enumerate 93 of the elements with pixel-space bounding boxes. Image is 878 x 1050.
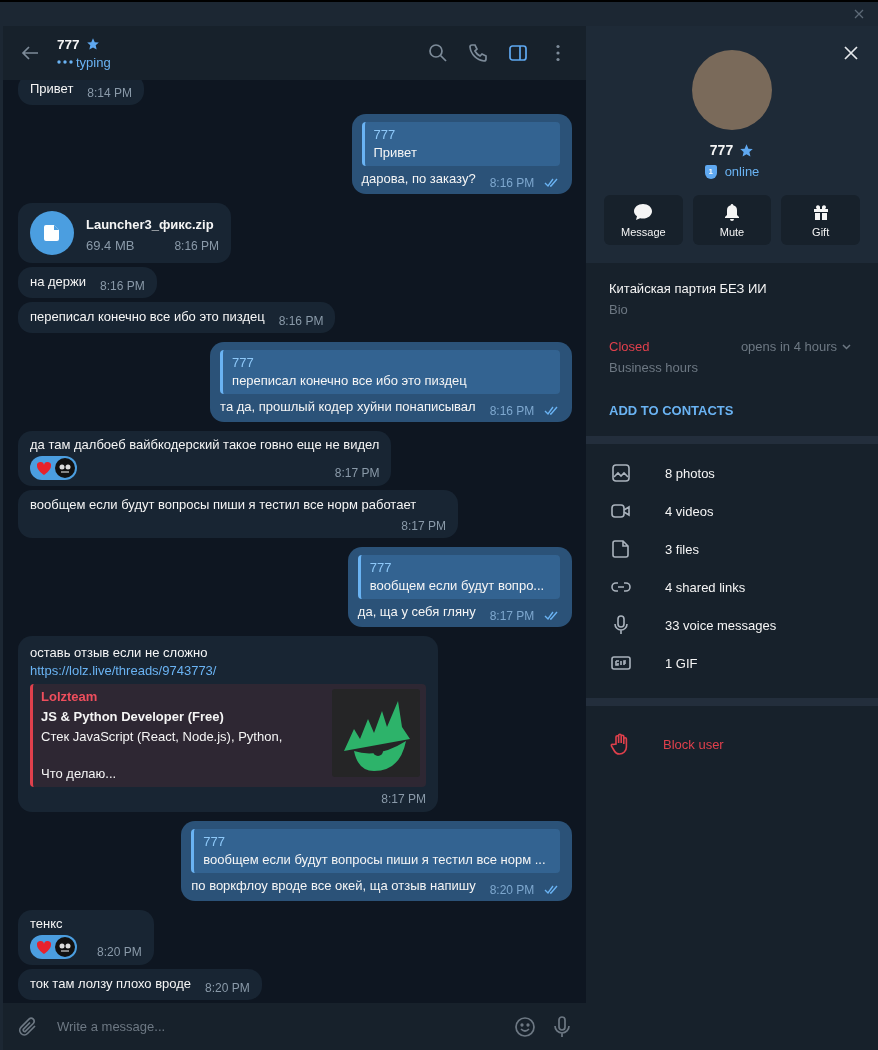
- message-text: да, ща у себя гляну: [357, 604, 476, 619]
- message-text: дарова, по заказу?: [361, 171, 476, 186]
- back-arrow-icon[interactable]: [21, 45, 39, 61]
- message-time: 8:17 PM: [489, 609, 535, 623]
- chevron-down-icon[interactable]: [842, 343, 851, 350]
- media-item[interactable]: 4 videos: [586, 492, 878, 530]
- reply-text: вообщем если будут вопросы пиши я тестил все норм ...: [203, 852, 547, 867]
- owl-avatar-icon: [55, 458, 75, 478]
- message-text: переписал конечно все ибо это пиздец: [30, 309, 265, 324]
- message-time: 8:16 PM: [489, 404, 535, 418]
- preview-title: JS & Python Developer (Free): [41, 709, 225, 724]
- hours-label: Business hours: [609, 360, 699, 375]
- search-icon[interactable]: [428, 43, 448, 63]
- message-composer[interactable]: Write a message...: [3, 1003, 586, 1050]
- phone-icon[interactable]: [468, 43, 488, 63]
- close-icon[interactable]: [844, 46, 858, 60]
- message-text: та да, прошлый кодер хуйни понаписывал: [220, 399, 476, 414]
- message-time: 8:17 PM: [334, 466, 380, 480]
- gift-button[interactable]: Gift: [781, 195, 860, 245]
- message-text: оставь отзыв если не сложно: [30, 645, 209, 660]
- reply-quote[interactable]: 777 Привет: [361, 122, 560, 166]
- message-text: на держи: [30, 274, 87, 289]
- message-time: 8:16 PM: [489, 176, 535, 190]
- message-text: Привет: [30, 81, 74, 96]
- message-time: 8:20 PM: [489, 883, 535, 897]
- add-to-contacts-link[interactable]: ADD TO CONTACTS: [609, 403, 855, 418]
- bio-text: Китайская партия БЕЗ ИИ: [609, 281, 768, 296]
- image-icon: [610, 462, 632, 484]
- reply-quote[interactable]: 777 вообщем если будут вопро...: [357, 555, 560, 599]
- reply-author: 777: [373, 127, 397, 142]
- reply-quote[interactable]: 777 переписал конечно все ибо это пиздец: [220, 350, 560, 394]
- reply-author: 777: [203, 834, 226, 849]
- hand-icon: [610, 733, 630, 755]
- message-time: 8:14 PM: [87, 86, 133, 100]
- reply-text: вообщем если будут вопро...: [369, 578, 546, 593]
- link[interactable]: https://lolz.live/threads/9743773/: [30, 663, 426, 678]
- typing-status: typing: [76, 54, 111, 70]
- shield-badge: 1: [704, 164, 717, 179]
- media-item[interactable]: 33 voice messages: [586, 606, 878, 644]
- reactions-pill[interactable]: [30, 456, 77, 480]
- preview-site: Lolzteam: [41, 689, 99, 704]
- reply-quote[interactable]: 777 вообщем если будут вопросы пиши я тестил все норм ...: [191, 829, 560, 873]
- speech-bubble-icon: [633, 202, 654, 222]
- message-time: 8:16 PM: [100, 279, 145, 293]
- attach-icon[interactable]: [17, 1015, 39, 1038]
- reply-text: Привет: [373, 145, 418, 160]
- typing-dots-icon: [57, 60, 73, 64]
- message-time: 8:16 PM: [174, 239, 220, 253]
- message-time: 8:17 PM: [381, 792, 426, 806]
- opening-note: opens in 4 hours: [740, 339, 837, 354]
- file-icon[interactable]: [30, 211, 74, 255]
- message-text: тенкс: [30, 916, 63, 931]
- message-time: 8:20 PM: [205, 981, 250, 995]
- reply-author: 777: [369, 560, 393, 575]
- reactions-pill[interactable]: [30, 935, 77, 959]
- message-text: да там далбоеб вайбкодерский такое говно еще не видел: [30, 437, 380, 452]
- file-name: Launcher3_фикс.zip: [86, 217, 215, 232]
- file-size: 69.4 MB: [86, 238, 135, 253]
- microphone-icon[interactable]: [552, 1014, 572, 1039]
- heart-icon: [36, 939, 52, 955]
- message-text: ток там лолзу плохо вроде: [30, 976, 192, 991]
- file-icon: [610, 538, 632, 560]
- owl-avatar-icon: [55, 937, 75, 957]
- heart-icon: [36, 460, 52, 476]
- reply-text: переписал конечно все ибо это пиздец: [232, 373, 468, 388]
- preview-description: Что делаю...: [41, 766, 118, 781]
- message-text: вообщем если будут вопросы пиши я тестил все норм работает: [30, 497, 417, 512]
- media-item[interactable]: 8 photos: [586, 454, 878, 492]
- bell-icon: [722, 202, 742, 222]
- online-status: online: [724, 164, 760, 179]
- profile-name: 777: [709, 142, 734, 158]
- message-time: 8:20 PM: [97, 945, 142, 959]
- message-button[interactable]: Message: [604, 195, 683, 245]
- close-window-icon[interactable]: [854, 9, 864, 19]
- preview-description: Стек JavaScript (React, Node.js), Python,: [41, 729, 283, 744]
- media-item[interactable]: 3 files: [586, 530, 878, 568]
- media-item[interactable]: 4 shared links: [586, 568, 878, 606]
- message-text: по воркфлоу вроде все окей, ща отзыв напишу: [191, 878, 476, 893]
- media-item[interactable]: 1 GIF: [586, 644, 878, 682]
- star-icon: [739, 142, 755, 158]
- block-user-item[interactable]: Block user: [586, 720, 878, 768]
- link-preview[interactable]: Lolzteam JS & Python Developer (Free) Стек JavaScript (React, Node.js), Python, Что делаю...: [30, 684, 426, 787]
- bio-label: Bio: [609, 302, 629, 317]
- message-time: 8:16 PM: [278, 314, 324, 328]
- reply-author: 777: [232, 355, 255, 370]
- message-input[interactable]: Write a message...: [55, 1018, 498, 1035]
- sidebar-toggle-icon[interactable]: [508, 43, 528, 63]
- hours-status: Closed: [609, 339, 650, 354]
- chat-title: 777: [57, 36, 80, 52]
- star-icon: [85, 37, 100, 51]
- message-time: 8:17 PM: [401, 519, 446, 533]
- mute-button[interactable]: Mute: [692, 195, 772, 245]
- emoji-icon[interactable]: [514, 1015, 536, 1038]
